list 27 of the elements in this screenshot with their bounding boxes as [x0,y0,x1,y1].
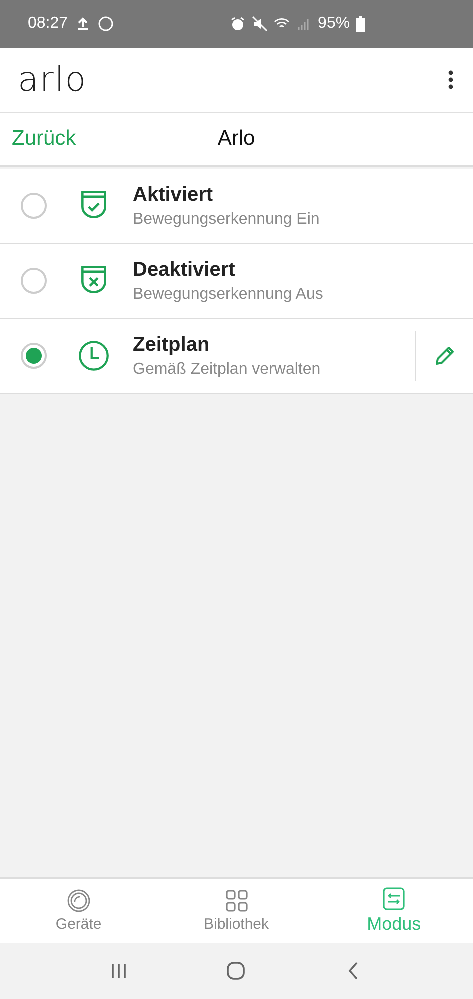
mode-title: Aktiviert [133,184,214,206]
toggle-arrows-icon [382,887,406,911]
logo: arlo [18,60,88,100]
mode-title: Zeitplan [133,334,211,356]
tab[interactable]: Modus [315,879,473,943]
alarm-icon [230,16,246,32]
mode-title: Deaktiviert [133,258,236,282]
battery-level: 95% [318,15,350,33]
back-link[interactable]: Zurück [12,127,76,151]
camera-lens-icon [66,889,91,913]
more-menu-icon[interactable] [447,70,455,90]
grid-icon [224,889,248,913]
clock-time: 08:27 [28,15,68,33]
mute-icon [252,16,268,32]
clock-icon [78,339,110,373]
mode-description: Gemäß Zeitplan verwalten [133,360,322,378]
battery-icon [356,16,366,32]
upload-icon [76,17,90,31]
tab[interactable]: Bibliothek [158,879,316,943]
radio-button[interactable] [21,268,47,294]
radio-button[interactable] [21,343,47,369]
page-title: Arlo [218,127,256,151]
mode-description: Bewegungserkennung Aus [133,286,324,304]
circle-icon [98,16,114,32]
tab[interactable]: Geräte [0,879,158,943]
radio-button[interactable] [21,193,47,219]
mode-description: Bewegungserkennung Ein [133,210,321,228]
